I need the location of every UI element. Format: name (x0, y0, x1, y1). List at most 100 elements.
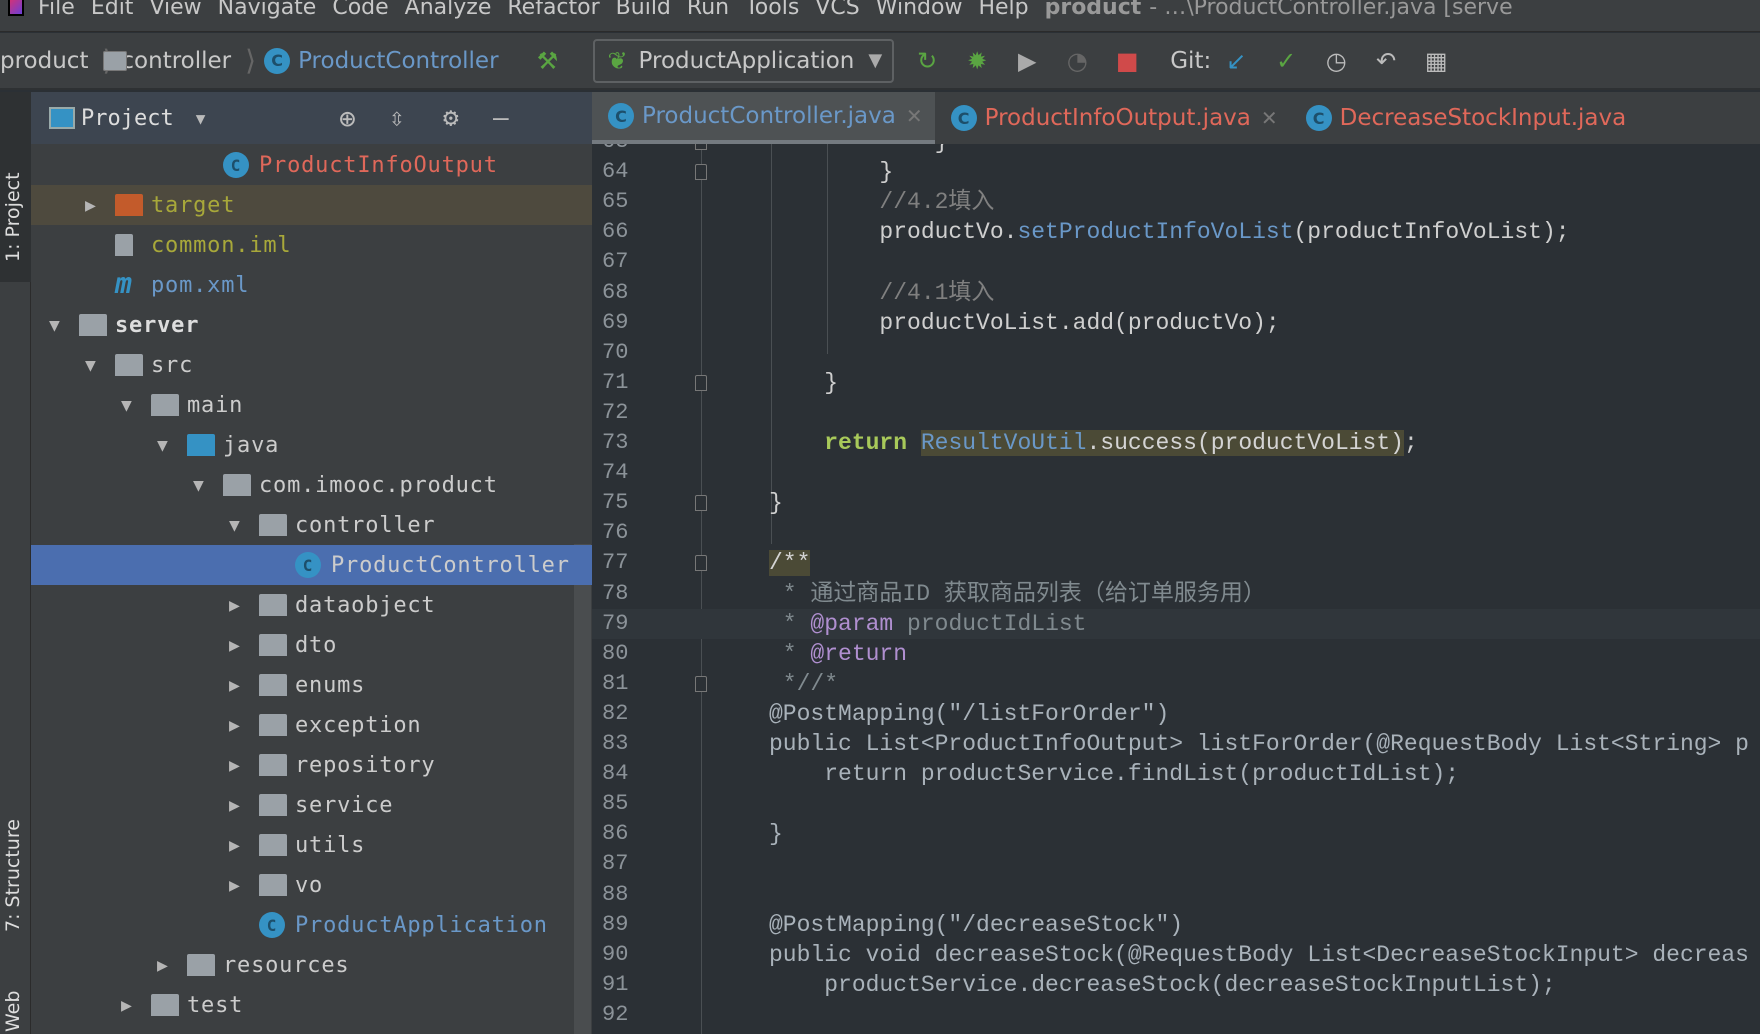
tree-item[interactable]: C ProductApplication (31, 905, 592, 945)
collapsed-arrow-icon[interactable]: ▶ (229, 635, 241, 656)
tree-item[interactable]: ▶ service (31, 785, 592, 825)
git-history-icon[interactable]: ◷ (1323, 47, 1349, 75)
menu-file[interactable]: File (38, 0, 75, 19)
minimize-icon[interactable]: — (493, 103, 509, 133)
code-line[interactable]: public void decreaseStock(@RequestBody L… (592, 940, 1760, 970)
tree-item[interactable]: ▶ vo (31, 865, 592, 905)
code-line[interactable]: * @return (592, 639, 1760, 669)
project-tool-button[interactable]: 1: Project (2, 172, 24, 262)
code-line[interactable]: productService.decreaseStock(decreaseSto… (592, 970, 1760, 1000)
expanded-arrow-icon[interactable]: ▼ (121, 395, 133, 416)
collapsed-arrow-icon[interactable]: ▶ (157, 955, 169, 976)
code-line[interactable]: //4.2填入 (592, 187, 1760, 217)
expanded-arrow-icon[interactable]: ▼ (49, 315, 61, 336)
fold-marker-icon[interactable] (695, 675, 707, 692)
chevron-down-icon[interactable]: ▼ (196, 109, 206, 128)
code-line[interactable] (592, 1000, 1760, 1030)
expanded-arrow-icon[interactable]: ▼ (85, 355, 97, 376)
code-line[interactable]: *//* (592, 669, 1760, 699)
fold-marker-icon[interactable] (695, 144, 707, 150)
tree-item[interactable]: common.iml (31, 225, 592, 265)
collapsed-arrow-icon[interactable]: ▶ (229, 595, 241, 616)
code-line[interactable]: } (592, 819, 1760, 849)
web-tool-button[interactable]: Web (2, 991, 24, 1032)
tab-decreasestockinput[interactable]: C DecreaseStockInput.java (1290, 92, 1639, 144)
menu-view[interactable]: View (149, 0, 201, 19)
code-line[interactable]: } (592, 157, 1760, 187)
code-line[interactable]: @PostMapping("/decreaseStock") (592, 910, 1760, 940)
menu-help[interactable]: Help (978, 0, 1028, 19)
tree-item[interactable]: ▶ repository (31, 745, 592, 785)
menu-vcs[interactable]: VCS (815, 0, 859, 19)
tree-item[interactable]: ▶ exception (31, 705, 592, 745)
menu-window[interactable]: Window (876, 0, 963, 19)
collapsed-arrow-icon[interactable]: ▶ (229, 795, 241, 816)
code-line[interactable]: } (592, 488, 1760, 518)
tree-item[interactable]: ▼ src (31, 345, 592, 385)
close-icon[interactable]: ✕ (906, 104, 923, 128)
project-panel-title[interactable]: Project (81, 106, 174, 131)
breadcrumb-product[interactable]: product (0, 48, 127, 74)
code-line[interactable]: productVo.setProductInfoVoList(productIn… (592, 217, 1760, 247)
tree-item[interactable]: ▶ resources (31, 945, 592, 985)
collapsed-arrow-icon[interactable]: ▶ (229, 835, 241, 856)
close-icon[interactable]: ✕ (1261, 106, 1278, 130)
tree-item[interactable]: ▶ test (31, 985, 592, 1025)
run-coverage-icon[interactable]: ▶ (1014, 47, 1040, 75)
code-line[interactable]: /** (592, 548, 1760, 578)
tab-productcontroller[interactable]: C ProductController.java ✕ (592, 92, 935, 144)
code-line[interactable] (592, 247, 1760, 277)
code-line[interactable] (592, 458, 1760, 488)
tree-item[interactable]: C ProductInfoOutput (31, 145, 592, 185)
menu-analyze[interactable]: Analyze (405, 0, 492, 19)
collapsed-arrow-icon[interactable]: ▶ (229, 715, 241, 736)
menu-refactor[interactable]: Refactor (507, 0, 599, 19)
collapsed-arrow-icon[interactable]: ▶ (121, 995, 133, 1016)
tree-item[interactable]: ▶ dto (31, 625, 592, 665)
debug-icon[interactable]: ✹ (964, 47, 990, 75)
menu-edit[interactable]: Edit (91, 0, 134, 19)
menu-run[interactable]: Run (687, 0, 729, 19)
fold-marker-icon[interactable] (695, 555, 707, 572)
breadcrumb-productcontroller[interactable]: C ProductController (264, 47, 499, 74)
fold-marker-icon[interactable] (695, 374, 707, 391)
fold-marker-icon[interactable] (695, 495, 707, 512)
collapsed-arrow-icon[interactable]: ▶ (85, 195, 97, 216)
code-line[interactable]: return productService.findList(productId… (592, 759, 1760, 789)
tree-item[interactable]: ▶ utils (31, 825, 592, 865)
breadcrumb-controller[interactable]: controller (103, 48, 231, 74)
tree-item[interactable]: ▶ enums (31, 665, 592, 705)
code-line[interactable]: return ResultVoUtil.success(productVoLis… (592, 428, 1760, 458)
menu-tools[interactable]: Tools (745, 0, 799, 19)
fold-marker-icon[interactable] (695, 164, 707, 181)
tree-item[interactable]: ▼ com.imooc.product (31, 465, 592, 505)
collapse-all-icon[interactable]: ⇳ (389, 103, 405, 133)
tree-item[interactable]: ▼ server (31, 305, 592, 345)
menu-code[interactable]: Code (332, 0, 388, 19)
git-update-icon[interactable]: ↙ (1223, 47, 1249, 75)
tree-item[interactable]: m pom.xml (31, 265, 592, 305)
code-line[interactable]: } (592, 368, 1760, 398)
tree-item[interactable]: ▶ target (31, 185, 592, 225)
tree-item[interactable]: ▼ main (31, 385, 592, 425)
tree-item[interactable]: ▶ dataobject (31, 585, 592, 625)
profile-icon[interactable]: ◔ (1064, 47, 1090, 75)
code-line[interactable] (592, 880, 1760, 910)
git-commit-icon[interactable]: ✓ (1273, 47, 1299, 75)
tree-item[interactable]: C ProductController (31, 545, 592, 585)
code-line[interactable]: @PostMapping("/listForOrder") (592, 699, 1760, 729)
code-line[interactable] (592, 518, 1760, 548)
code-line[interactable]: productVoList.add(productVo); (592, 308, 1760, 338)
build-hammer-icon[interactable]: ⚒ (535, 47, 561, 75)
code-line[interactable] (592, 338, 1760, 368)
gear-icon[interactable]: ⚙ (443, 103, 459, 133)
rerun-icon[interactable]: ↻ (914, 47, 940, 75)
expanded-arrow-icon[interactable]: ▼ (157, 435, 169, 456)
tree-item[interactable]: ▼ java (31, 425, 592, 465)
code-line[interactable] (592, 849, 1760, 879)
locate-icon[interactable]: ⊕ (339, 102, 356, 135)
menu-navigate[interactable]: Navigate (218, 0, 317, 19)
project-structure-icon[interactable]: ▦ (1423, 47, 1449, 75)
collapsed-arrow-icon[interactable]: ▶ (229, 675, 241, 696)
code-line[interactable]: public List<ProductInfoOutput> listForOr… (592, 729, 1760, 759)
